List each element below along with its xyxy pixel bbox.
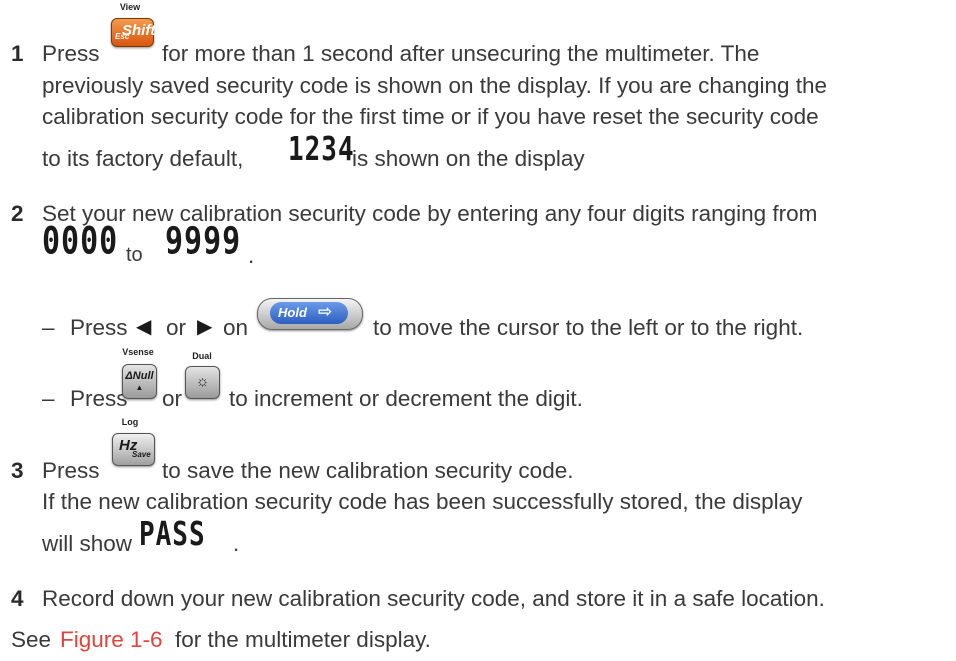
- display-readout: PASS: [139, 516, 206, 554]
- bullet-text: Press: [70, 315, 128, 340]
- hold-key-center: Hold ⇨: [270, 302, 348, 324]
- bullet-dash: –: [42, 386, 55, 411]
- step-text: to save the new calibration security cod…: [162, 458, 574, 483]
- key-main-label: ΔNull: [125, 370, 154, 382]
- display-readout: 0000: [42, 219, 119, 264]
- step-text: for more than 1 second after unsecuring …: [162, 41, 760, 66]
- step-number: 3: [11, 458, 24, 483]
- step-text: .: [233, 531, 240, 556]
- bullet-text: or: [162, 386, 183, 411]
- brightness-icon: ☼: [195, 373, 210, 390]
- step-text: to: [126, 244, 143, 266]
- bullet-dash: –: [42, 315, 55, 340]
- step-text: .: [248, 243, 255, 268]
- step-text: If the new calibration security code has…: [42, 489, 803, 514]
- key-top-label: Log: [121, 417, 139, 427]
- key-sub-label: Save: [132, 450, 151, 459]
- footer-text: See: [11, 627, 52, 652]
- arrow-into-icon: ⇨: [318, 302, 333, 321]
- bullet-text: to increment or decrement the digit.: [229, 386, 583, 411]
- step-number: 1: [11, 41, 24, 66]
- step-text: is shown on the display: [352, 146, 585, 171]
- figure-link[interactable]: Figure 1-6: [60, 628, 163, 652]
- right-arrow-icon: ▶: [197, 316, 213, 338]
- key-top-label: View: [119, 2, 141, 12]
- up-triangle-icon: ▲: [135, 383, 144, 392]
- left-arrow-icon: ◀: [136, 316, 152, 338]
- dual-key-icon: ☼: [185, 366, 220, 399]
- step-text: Press: [42, 458, 100, 483]
- bullet-text: to move the cursor to the left or to the…: [373, 315, 804, 340]
- display-readout: 9999: [165, 219, 242, 264]
- null-key-icon: ΔNull ▲: [122, 364, 157, 399]
- step-text: Record down your new calibration securit…: [42, 586, 825, 611]
- hold-key-icon: Hold ⇨: [257, 298, 363, 330]
- step-text: Set your new calibration security code b…: [42, 201, 818, 226]
- step-text: to its factory default,: [42, 146, 244, 171]
- shift-key-icon: Shift Esc: [111, 18, 155, 47]
- step-text: previously saved security code is shown …: [42, 73, 828, 98]
- hz-key-icon: Hz Save: [112, 433, 155, 466]
- step-number: 2: [11, 201, 24, 226]
- bullet-text: or: [166, 315, 187, 340]
- key-top-label: Dual: [192, 351, 212, 361]
- footer-text: for the multimeter display.: [175, 627, 431, 652]
- display-readout: 1234: [288, 131, 355, 169]
- bullet-text: on: [223, 315, 249, 340]
- key-sub-label: Esc: [115, 32, 130, 41]
- step-text: calibration security code for the first …: [42, 104, 819, 129]
- step-number: 4: [11, 586, 24, 611]
- key-top-label: Vsense: [122, 347, 154, 357]
- bullet-text: Press: [70, 386, 128, 411]
- step-text: Press: [42, 41, 100, 66]
- step-text: will show: [42, 531, 133, 556]
